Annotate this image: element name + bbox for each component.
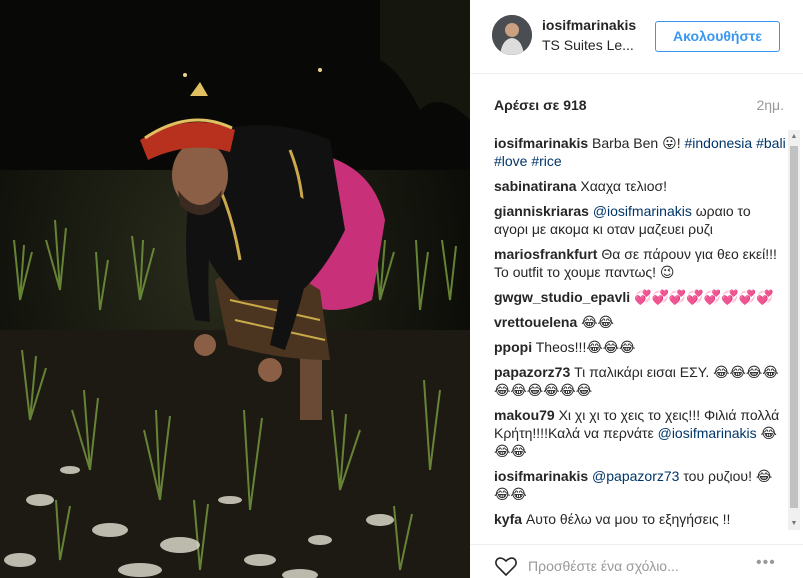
more-options-icon[interactable]: ••• <box>756 554 776 572</box>
comment-user[interactable]: ppopi <box>494 339 532 355</box>
comment-user[interactable]: gwgw_studio_epavli <box>494 289 630 305</box>
comment-text: Αυτο θέλω να μου το εξηγήσεις !! <box>525 511 731 527</box>
comment-item: iosifmarinakis @papazorz73 του ρυζιου! 😂… <box>494 467 786 503</box>
likes-count[interactable]: Αρέσει σε 918 <box>494 97 587 113</box>
scroll-up-arrow-icon[interactable]: ▲ <box>788 130 800 143</box>
follow-button[interactable]: Ακολουθήστε <box>655 21 780 52</box>
comment-item: mariosfrankfurt Θα σε πάρουν για θεο εκε… <box>494 245 786 281</box>
post-username[interactable]: iosifmarinakis <box>542 17 636 33</box>
post-footer: ••• <box>470 544 803 578</box>
likes-row: Αρέσει σε 918 2ημ. <box>494 95 784 115</box>
post-side-panel: iosifmarinakis TS Suites Le... Ακολουθήσ… <box>470 0 803 578</box>
comment-mention[interactable]: @iosifmarinakis <box>593 203 692 219</box>
caption: iosifmarinakis Barba Ben 😛! #indonesia #… <box>494 134 786 170</box>
comment-user[interactable]: vrettouelena <box>494 314 577 330</box>
comment-item: sabinatirana Χααχα τελιοσ! <box>494 177 786 195</box>
comment-item: vrettouelena 😂😂 <box>494 313 786 331</box>
avatar-image <box>492 15 532 55</box>
comment-user[interactable]: makou79 <box>494 407 555 423</box>
comment-text: 😂😂 <box>581 314 614 330</box>
heart-icon[interactable] <box>494 555 518 577</box>
comment-user[interactable]: iosifmarinakis <box>494 468 588 484</box>
post-photo[interactable] <box>0 0 470 578</box>
comments-scrollbar[interactable]: ▲ ▼ <box>788 130 800 530</box>
comment-input[interactable] <box>528 556 728 576</box>
comment-item: papazorz73 Τι παλικάρι εισαι ΕΣΥ. 😂😂😂😂😂😂… <box>494 363 786 399</box>
caption-user[interactable]: iosifmarinakis <box>494 135 588 151</box>
rice-field-photo <box>0 0 470 578</box>
hashtag[interactable]: #indonesia <box>684 135 752 151</box>
comment-user[interactable]: gianniskriaras <box>494 203 589 219</box>
hashtag[interactable]: #bali <box>756 135 786 151</box>
hashtag[interactable]: #love <box>494 153 527 169</box>
comment-text: Χααχα τελιοσ! <box>580 178 668 194</box>
comment-user[interactable]: sabinatirana <box>494 178 576 194</box>
caption-text: Barba Ben 😛! <box>592 135 685 151</box>
post-location[interactable]: TS Suites Le... <box>542 37 634 53</box>
scroll-thumb[interactable] <box>790 146 798 508</box>
comment-text: Theos!!!😂😂😂 <box>535 339 636 355</box>
post-header: iosifmarinakis TS Suites Le... Ακολουθήσ… <box>470 0 803 74</box>
comment-item: gianniskriaras @iosifmarinakis ωραιο το … <box>494 202 786 238</box>
comment-item: kyfa Αυτο θέλω να μου το εξηγήσεις !! <box>494 510 786 528</box>
comment-item: makou79 Χι χι χι το χεις το χεις!!! Φιλι… <box>494 406 786 460</box>
avatar[interactable] <box>492 15 532 55</box>
comments-list: iosifmarinakis Barba Ben 😛! #indonesia #… <box>494 134 786 530</box>
comment-mention[interactable]: @papazorz73 <box>592 468 679 484</box>
comment-item: ppopi Theos!!!😂😂😂 <box>494 338 786 356</box>
scroll-down-arrow-icon[interactable]: ▼ <box>788 517 800 530</box>
comment-mention[interactable]: @iosifmarinakis <box>658 425 757 441</box>
comment-user[interactable]: kyfa <box>494 511 522 527</box>
comment-user[interactable]: papazorz73 <box>494 364 570 380</box>
post-time[interactable]: 2ημ. <box>756 97 784 113</box>
hashtag[interactable]: #rice <box>531 153 561 169</box>
comment-item: gwgw_studio_epavli 💞💞💞💞💞💞💞💞 <box>494 288 786 306</box>
comment-user[interactable]: mariosfrankfurt <box>494 246 597 262</box>
comment-text: 💞💞💞💞💞💞💞💞 <box>634 289 774 305</box>
